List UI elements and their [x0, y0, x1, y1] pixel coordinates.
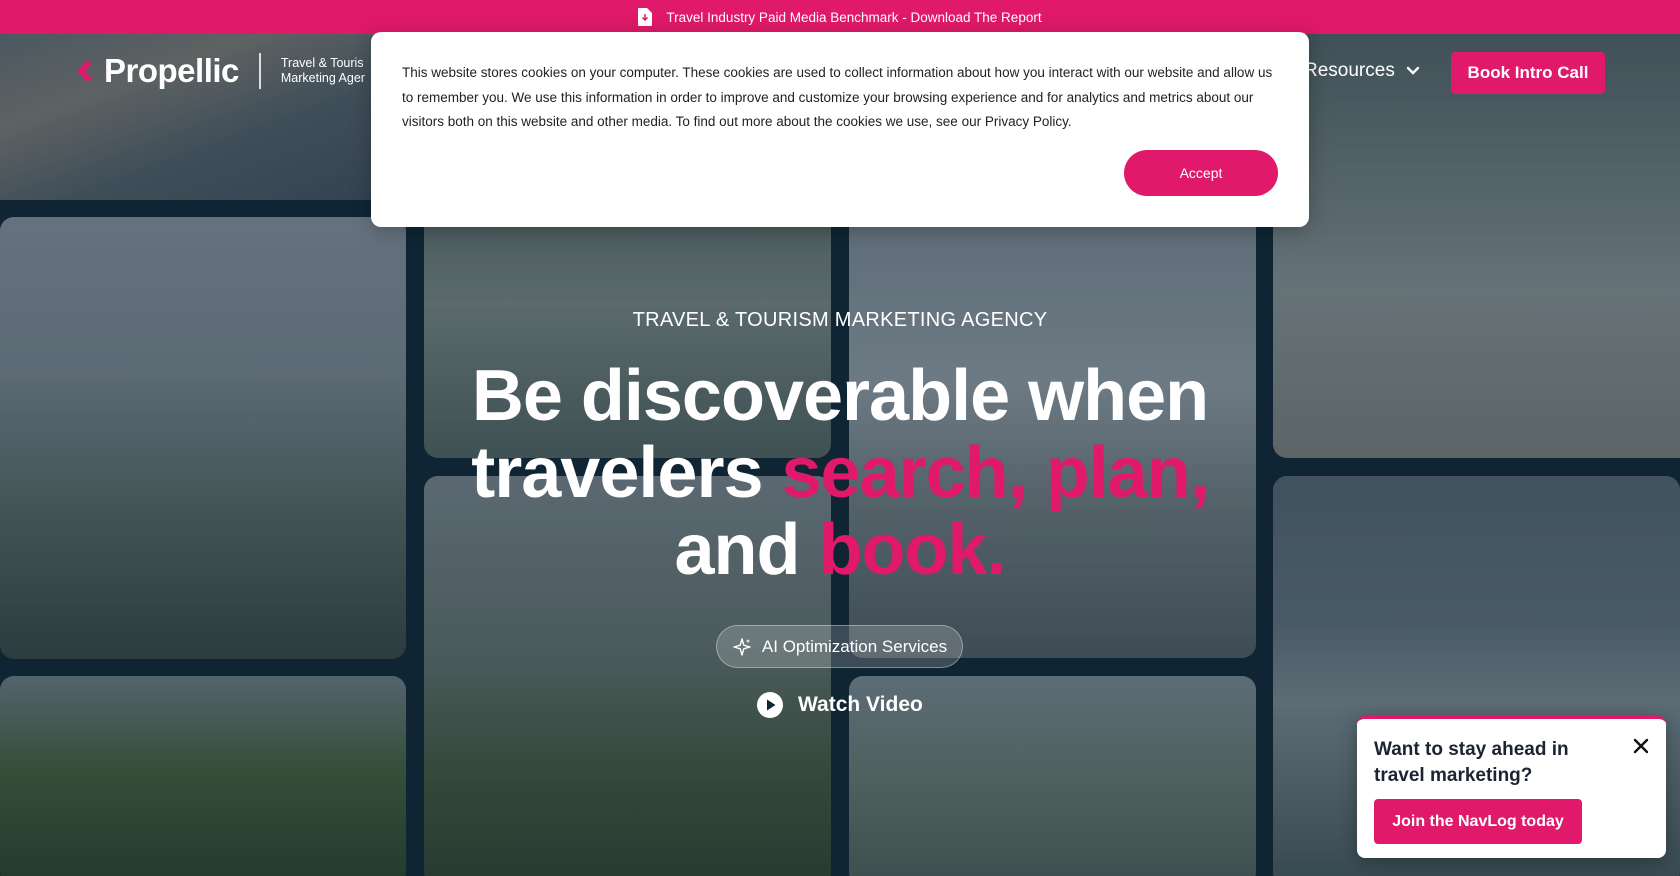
- announcement-text[interactable]: Travel Industry Paid Media Benchmark - D…: [666, 10, 1041, 25]
- join-navlog-button[interactable]: Join the NavLog today: [1374, 799, 1582, 844]
- nav-resources[interactable]: Resources: [1304, 60, 1421, 82]
- watch-video-button[interactable]: Watch Video: [756, 691, 923, 719]
- logo[interactable]: Propellic Travel & Touris Marketing Ager: [74, 52, 365, 90]
- logo-mark-icon: [77, 60, 92, 82]
- watch-video-label: Watch Video: [798, 693, 923, 716]
- logo-divider: [258, 53, 261, 89]
- nav-resources-label: Resources: [1304, 60, 1395, 81]
- ai-optimization-pill[interactable]: AI Optimization Services: [716, 625, 963, 668]
- book-intro-call-button[interactable]: Book Intro Call: [1451, 52, 1605, 94]
- photo-tile-couple-walking: [1273, 34, 1680, 458]
- close-icon[interactable]: [1632, 737, 1650, 755]
- cookie-banner-text: This website stores cookies on your comp…: [402, 65, 1273, 129]
- sparkle-icon: [733, 637, 751, 656]
- cookie-banner: This website stores cookies on your comp…: [371, 32, 1309, 227]
- page: Travel Industry Paid Media Benchmark - D…: [0, 0, 1680, 876]
- logo-tagline: Travel & Touris Marketing Ager: [281, 56, 365, 86]
- ai-optimization-label: AI Optimization Services: [761, 636, 948, 656]
- logo-tagline-line2: Marketing Ager: [280, 71, 365, 85]
- photo-tile-hikers-celebrating: [0, 217, 406, 659]
- navlog-popup: Want to stay ahead in travel marketing? …: [1357, 716, 1666, 858]
- logo-tagline-line1: Travel & Touris: [280, 56, 364, 70]
- logo-wordmark: Propellic: [104, 52, 239, 89]
- photo-tile-green-cliffs: [0, 676, 406, 876]
- photo-tile-family-beach: [849, 200, 1256, 658]
- play-icon: [757, 692, 783, 718]
- photo-tile-woman-hat: [424, 200, 831, 458]
- chevron-down-icon: [1406, 66, 1420, 75]
- accept-cookies-button[interactable]: Accept: [1124, 150, 1278, 196]
- photo-tile-mountain-hikers: [424, 476, 831, 876]
- announcement-bar[interactable]: Travel Industry Paid Media Benchmark - D…: [0, 0, 1680, 34]
- navlog-popup-title: Want to stay ahead in travel marketing?: [1374, 739, 1569, 786]
- document-download-icon: [638, 8, 653, 26]
